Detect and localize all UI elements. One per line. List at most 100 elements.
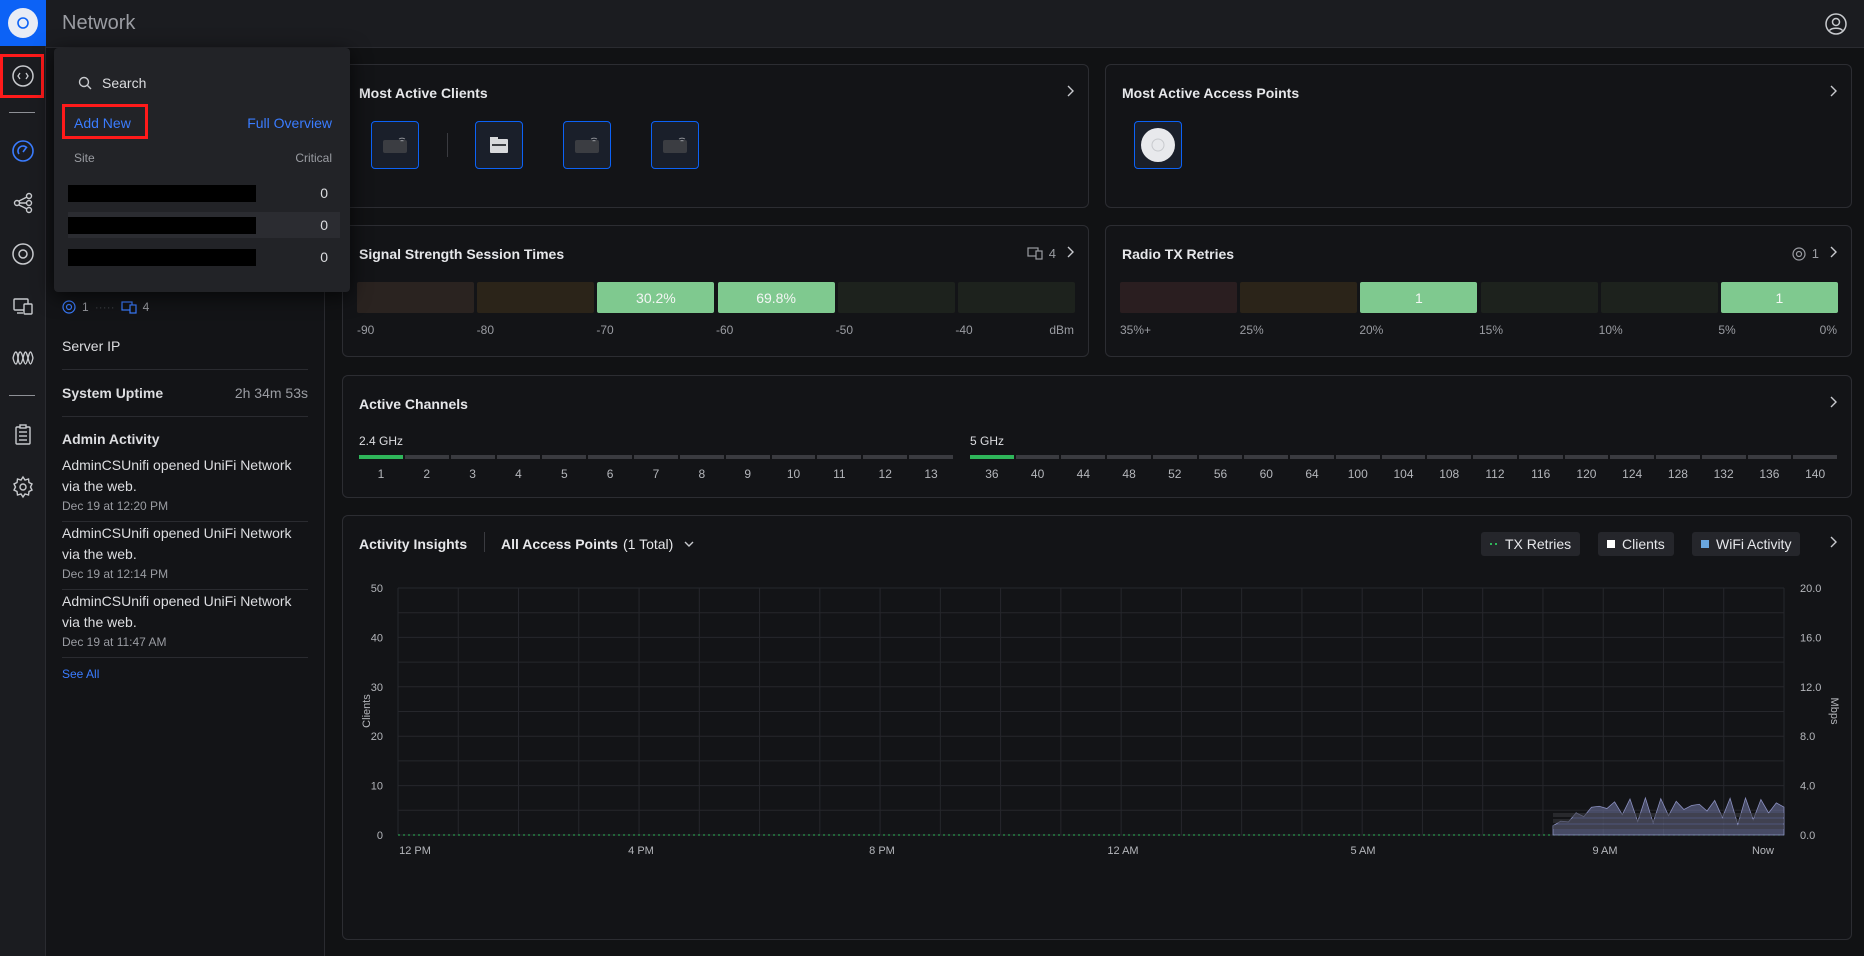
channel-bar [1015, 455, 1060, 459]
count-value: 1 [1811, 246, 1819, 261]
see-all-link[interactable]: See All [62, 667, 99, 681]
distribution-segment [837, 282, 955, 313]
channel-number: 10 [786, 467, 801, 481]
chevron-right-icon[interactable] [1066, 85, 1074, 97]
y2-tick-label: 4.0 [1800, 781, 1815, 793]
x-tick-label: 9 AM [1592, 845, 1617, 857]
axis-tick-label: 20% [1359, 323, 1384, 337]
x-tick-label: 12 AM [1107, 845, 1138, 857]
clients-series [1553, 813, 1784, 817]
y2-tick-label: 0.0 [1800, 830, 1815, 842]
server-ip-label: Server IP [62, 338, 121, 354]
critical-count: 0 [320, 185, 328, 201]
highlight-add-new [62, 104, 148, 139]
card-title: Most Active Access Points [1122, 85, 1300, 101]
channel-number: 36 [985, 467, 999, 481]
redacted-site-name [68, 249, 256, 266]
channel-number: 13 [924, 467, 938, 481]
distribution-segment: 1 [1360, 282, 1478, 313]
client-avatar[interactable] [651, 121, 699, 169]
critical-column-header: Critical [295, 151, 332, 165]
channel-number: 11 [833, 467, 846, 481]
chevron-right-icon[interactable] [1829, 246, 1837, 258]
device-client-counts: 1 ····· 4 [62, 300, 149, 314]
site-row[interactable]: 0 [68, 244, 340, 270]
divider [62, 416, 308, 417]
site-row[interactable]: 0 [68, 212, 340, 238]
channel-bar [450, 455, 495, 459]
channel-bar [1610, 455, 1655, 459]
channel-number: 116 [1531, 467, 1551, 481]
y-axis-label: Clients [361, 694, 373, 728]
chevron-right-icon[interactable] [1829, 396, 1837, 408]
insights-icon[interactable] [0, 335, 46, 381]
activity-text: AdminCSUnifi opened UniFi Network via th… [62, 593, 292, 630]
channel-number: 104 [1393, 467, 1414, 481]
site-search[interactable]: Search [78, 75, 146, 91]
card-title: Radio TX Retries [1122, 246, 1235, 262]
site-row[interactable]: 0 [68, 180, 340, 206]
band-5-label: 5 GHz [970, 434, 1005, 448]
client-avatar[interactable] [563, 121, 611, 169]
axis-tick-label: 0% [1819, 323, 1837, 337]
radio-tx-retries-card[interactable]: Radio TX Retries 1 1 1 35%+ 25% 20% 15% 10% 5%… [1105, 225, 1852, 357]
channel-bar [1701, 455, 1746, 459]
channel-number: 140 [1805, 467, 1826, 481]
channel-bar [863, 455, 908, 459]
clients-series [1553, 825, 1784, 829]
activity-time: Dec 19 at 11:47 AM [62, 635, 167, 649]
channel-bar [359, 455, 403, 459]
channel-bar [970, 455, 1014, 459]
clients-icon [1027, 247, 1043, 260]
channel-bar [588, 455, 633, 459]
y2-tick-label: 20.0 [1800, 583, 1821, 595]
channel-bar [1747, 455, 1792, 459]
y-tick-label: 50 [371, 583, 383, 595]
channel-bar [1061, 455, 1106, 459]
client-avatar[interactable] [371, 121, 419, 169]
activity-time: Dec 19 at 12:20 PM [62, 499, 169, 513]
client-icon [121, 301, 137, 314]
y-tick-label: 40 [371, 632, 383, 644]
desktop-wifi-icon [663, 137, 687, 153]
chevron-right-icon[interactable] [1066, 246, 1074, 258]
settings-gear-icon[interactable] [0, 464, 46, 510]
channel-number: 60 [1259, 467, 1273, 481]
desktop-wifi-icon [383, 137, 407, 153]
channel-number: 44 [1076, 467, 1091, 481]
channel-number: 7 [652, 467, 660, 481]
channel-number: 124 [1622, 467, 1643, 481]
most-active-clients-card[interactable]: Most Active Clients [342, 64, 1089, 208]
devices-icon[interactable] [0, 231, 46, 277]
channel-bar [634, 455, 678, 459]
distribution-segment [357, 282, 475, 313]
critical-count: 0 [320, 249, 328, 265]
channel-number: 3 [469, 467, 476, 481]
divider [62, 521, 308, 522]
admin-activity-label: Admin Activity [62, 431, 160, 447]
distribution-segment: 30.2% [597, 282, 715, 313]
user-account-icon[interactable] [1824, 12, 1848, 36]
chevron-right-icon[interactable] [1829, 85, 1837, 97]
channel-bar [1335, 455, 1380, 459]
activity-insights-card[interactable]: Activity Insights All Access Points (1 T… [342, 515, 1852, 940]
access-point-avatar[interactable] [1134, 121, 1182, 169]
channel-number: 2 [423, 467, 431, 481]
ubiquiti-logo[interactable] [0, 0, 46, 46]
folder-icon [490, 137, 508, 153]
axis-tick-label: dBm [1049, 323, 1074, 337]
logs-icon[interactable] [0, 412, 46, 458]
clients-icon[interactable] [0, 283, 46, 329]
critical-count: 0 [320, 217, 328, 233]
full-overview-link[interactable]: Full Overview [247, 115, 332, 131]
dashboard-icon[interactable] [0, 128, 46, 174]
topology-icon[interactable] [0, 180, 46, 226]
system-uptime-value: 2h 34m 53s [234, 385, 308, 401]
most-active-aps-card[interactable]: Most Active Access Points [1105, 64, 1852, 208]
card-title: Most Active Clients [359, 85, 488, 101]
activity-text: AdminCSUnifi opened UniFi Network via th… [62, 457, 292, 494]
client-avatar[interactable] [475, 121, 523, 169]
signal-strength-card[interactable]: Signal Strength Session Times 4 30.2% 69.… [342, 225, 1089, 357]
y2-axis-label: Mbps [1828, 698, 1840, 725]
active-channels-card[interactable]: Active Channels 2.4 GHz 5 GHz 1234567891… [342, 375, 1852, 498]
